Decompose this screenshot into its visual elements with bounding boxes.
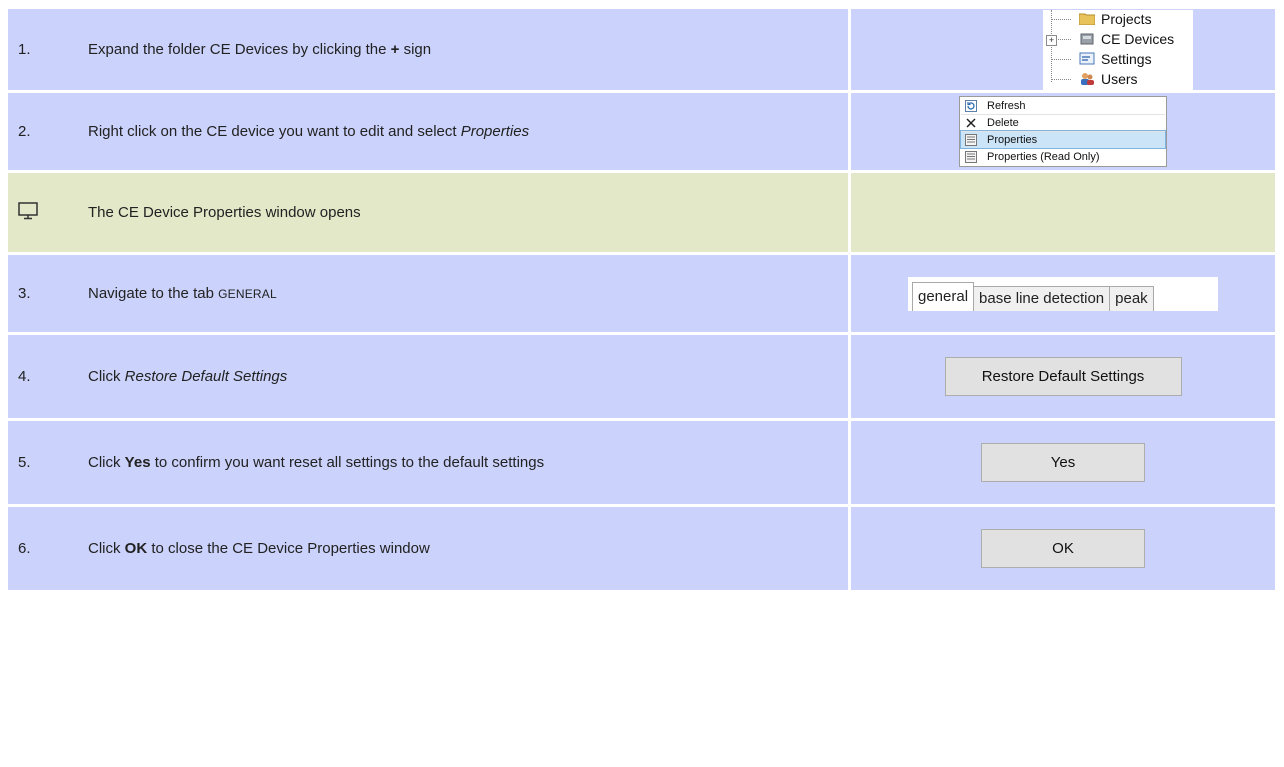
step-row-5: 5. Click Yes to confirm you want reset a…: [8, 421, 1275, 507]
step-text-part: to confirm you want reset all settings t…: [150, 454, 545, 471]
step-6-instruction: 6. Click OK to close the CE Device Prope…: [8, 507, 848, 593]
step-text: Right click on the CE device you want to…: [88, 123, 529, 140]
step-row-3: 3. Navigate to the tab GENERAL general b…: [8, 255, 1275, 335]
menu-item-label: Refresh: [987, 100, 1026, 112]
properties-readonly-icon: [963, 150, 979, 164]
ce-device-icon: [1079, 32, 1095, 45]
step-text: Click Restore Default Settings: [88, 368, 287, 385]
delete-icon: [963, 116, 979, 130]
step-text-part: Expand the folder CE Devices by clicking…: [88, 41, 391, 58]
step-text-italic: Restore Default Settings: [124, 368, 288, 385]
ok-button[interactable]: OK: [981, 529, 1145, 568]
tab-general[interactable]: general: [912, 281, 975, 311]
step-text-bold: OK: [124, 540, 148, 557]
menu-item-label: Properties: [987, 134, 1038, 146]
step-3-illustration: general base line detection peak: [848, 255, 1275, 335]
refresh-icon: [963, 99, 979, 113]
menu-item-properties-readonly[interactable]: Properties (Read Only): [961, 148, 1165, 165]
step-text-part: Navigate to the tab: [88, 285, 219, 302]
note-text-cell: The CE Device Properties window opens: [8, 173, 848, 255]
tree-item-ce-devices[interactable]: CE Devices: [1079, 30, 1174, 48]
step-1-instruction: 1. Expand the folder CE Devices by click…: [8, 9, 848, 93]
step-text-part: sign: [399, 41, 432, 58]
step-number: 2.: [18, 123, 31, 140]
tab-strip: general base line detection peak: [908, 276, 1218, 311]
step-4-illustration: Restore Default Settings: [848, 335, 1275, 421]
yes-button[interactable]: Yes: [981, 443, 1145, 482]
step-3-instruction: 3. Navigate to the tab GENERAL: [8, 255, 848, 335]
tree-connector: [1051, 18, 1071, 20]
tab-peak[interactable]: peak: [1109, 285, 1154, 311]
note-text: The CE Device Properties window opens: [88, 204, 361, 221]
step-text: Navigate to the tab GENERAL: [88, 285, 277, 302]
settings-icon: [1079, 52, 1095, 65]
step-text-part: to close the CE Device Properties window: [147, 540, 430, 557]
step-5-instruction: 5. Click Yes to confirm you want reset a…: [8, 421, 848, 507]
step-number: 6.: [18, 540, 31, 557]
note-empty-cell: [848, 173, 1275, 255]
step-1-illustration: + Projects CE Devices Settings Users: [848, 9, 1275, 93]
tree-connector: [1051, 9, 1052, 82]
tree-item-projects[interactable]: Projects: [1078, 10, 1152, 28]
step-6-illustration: OK: [848, 507, 1275, 593]
step-text-part: Right click on the CE device you want to…: [88, 123, 461, 140]
monitor-icon: [8, 201, 88, 224]
menu-item-refresh[interactable]: Refresh: [961, 98, 1165, 114]
expand-plus-icon[interactable]: +: [1046, 34, 1057, 46]
menu-item-properties[interactable]: Properties: [960, 130, 1166, 149]
users-icon: [1079, 72, 1095, 85]
step-text: Expand the folder CE Devices by clicking…: [88, 41, 431, 58]
context-menu: Refresh Delete Properties Properties (Re…: [959, 96, 1167, 167]
step-number: 4.: [18, 368, 31, 385]
step-row-1: 1. Expand the folder CE Devices by click…: [8, 9, 1275, 93]
restore-default-settings-button[interactable]: Restore Default Settings: [944, 357, 1182, 396]
step-number: 1.: [18, 41, 31, 58]
tree-item-settings[interactable]: Settings: [1079, 50, 1152, 68]
properties-icon: [963, 133, 979, 147]
step-2-instruction: 2. Right click on the CE device you want…: [8, 93, 848, 173]
step-row-2: 2. Right click on the CE device you want…: [8, 93, 1275, 173]
tree-item-label: Settings: [1101, 50, 1152, 67]
step-text-part: Click: [88, 368, 125, 385]
menu-item-label: Properties (Read Only): [987, 151, 1100, 163]
step-text: Click Yes to confirm you want reset all …: [88, 454, 544, 471]
tab-base-line-detection[interactable]: base line detection: [973, 285, 1111, 311]
step-2-illustration: Refresh Delete Properties Properties (Re…: [848, 93, 1275, 173]
step-4-instruction: 4. Click Restore Default Settings: [8, 335, 848, 421]
steps-table: 1. Expand the folder CE Devices by click…: [8, 9, 1275, 593]
folder-icon: [1078, 12, 1096, 26]
step-text-smallcaps: GENERAL: [218, 287, 277, 301]
step-text-bold: Yes: [124, 454, 151, 471]
tree-item-label: Projects: [1101, 10, 1152, 27]
step-text: Click OK to close the CE Device Properti…: [88, 540, 430, 557]
step-text-part: Click: [88, 454, 125, 471]
step-5-illustration: Yes: [848, 421, 1275, 507]
tree-connector: [1051, 78, 1071, 80]
tree-connector: [1051, 58, 1071, 60]
step-number: 5.: [18, 454, 31, 471]
tree-item-label: Users: [1101, 70, 1138, 87]
menu-item-label: Delete: [987, 117, 1019, 129]
tree-item-label: CE Devices: [1101, 30, 1175, 47]
folder-tree: + Projects CE Devices Settings Users: [1043, 9, 1193, 90]
note-row: The CE Device Properties window opens: [8, 173, 1275, 255]
step-text-italic: Properties: [460, 123, 530, 140]
step-row-4: 4. Click Restore Default Settings Restor…: [8, 335, 1275, 421]
menu-item-delete[interactable]: Delete: [961, 114, 1165, 131]
step-text-part: Click: [88, 540, 125, 557]
step-row-6: 6. Click OK to close the CE Device Prope…: [8, 507, 1275, 593]
step-number: 3.: [18, 285, 31, 302]
tree-item-users[interactable]: Users: [1079, 70, 1138, 88]
